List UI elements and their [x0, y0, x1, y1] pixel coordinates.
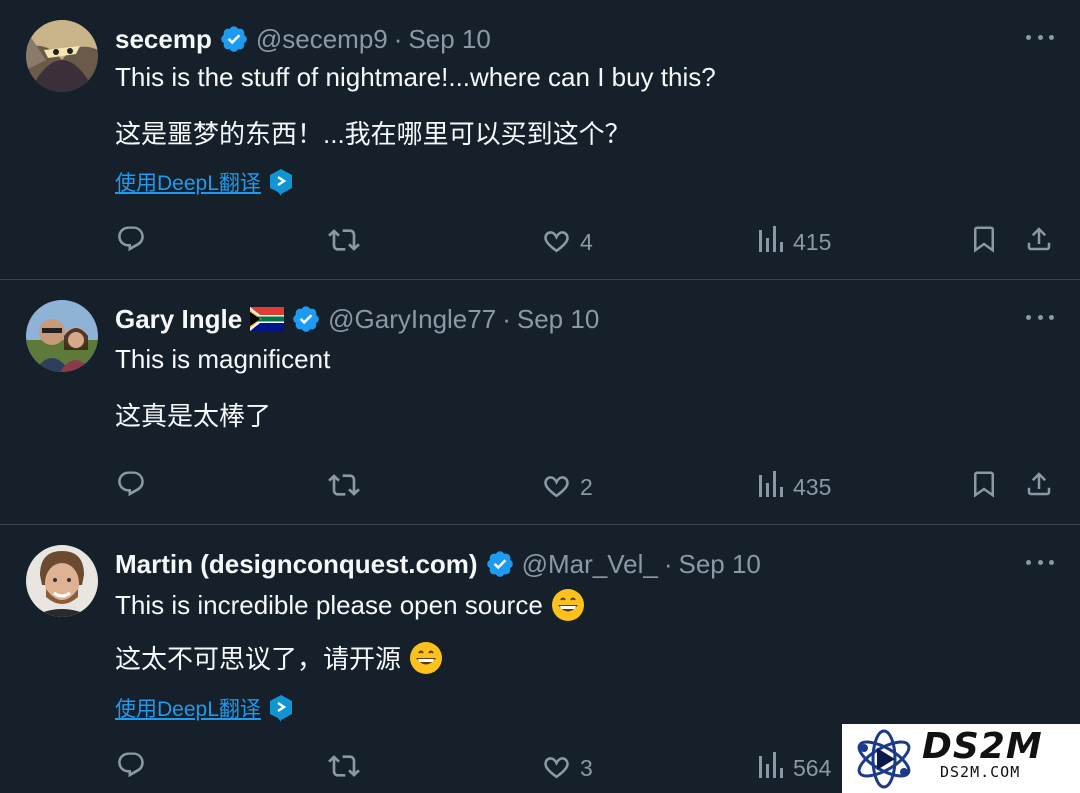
- separator-dot: ·: [663, 548, 673, 579]
- like-count: 4: [580, 229, 593, 255]
- share-icon: [1024, 469, 1054, 505]
- tweet-text-content: This is incredible please open source: [115, 589, 543, 620]
- retweet-icon: [328, 469, 360, 507]
- watermark: DS2M DS2M.COM: [842, 724, 1080, 793]
- retweet-button[interactable]: [328, 750, 360, 788]
- tweet-header: Martin (designconquest.com) @Mar_Vel_ · …: [115, 547, 761, 581]
- avatar[interactable]: [26, 545, 98, 617]
- more-options-icon[interactable]: [1026, 555, 1054, 569]
- retweet-icon: [328, 750, 360, 788]
- verified-badge-icon: [219, 24, 249, 54]
- translate-link-label[interactable]: 使用DeepL翻译: [115, 693, 261, 723]
- like-count: 2: [580, 474, 593, 500]
- views-button[interactable]: 564: [757, 750, 831, 786]
- separator-dot: ·: [393, 23, 403, 54]
- timestamp[interactable]: Sep 10: [408, 24, 490, 55]
- tweet-translation-content: 这太不可思议了，请开源: [115, 644, 402, 674]
- reply-icon: [116, 750, 146, 786]
- translate-link[interactable]: 使用DeepL翻译: [115, 693, 293, 723]
- display-name[interactable]: secemp: [115, 24, 212, 55]
- like-button[interactable]: 4: [541, 224, 593, 261]
- heart-icon: [541, 469, 572, 506]
- deepl-icon: [269, 694, 293, 722]
- like-button[interactable]: 3: [541, 750, 593, 787]
- reply-feed: secemp @secemp9 · Sep 10 This is the stu…: [0, 0, 1080, 793]
- reply-icon: [116, 224, 146, 260]
- tweet[interactable]: secemp @secemp9 · Sep 10 This is the stu…: [0, 0, 1080, 279]
- translate-link-label[interactable]: 使用DeepL翻译: [115, 167, 261, 197]
- tweet-text: This is incredible please open source: [115, 588, 585, 622]
- views-button[interactable]: 435: [757, 469, 831, 505]
- heart-icon: [541, 224, 572, 261]
- verified-badge-icon: [291, 304, 321, 334]
- watermark-title: DS2M: [922, 726, 1043, 767]
- verified-badge-icon: [485, 549, 515, 579]
- bookmark-button[interactable]: [969, 469, 999, 505]
- bookmark-button[interactable]: [969, 224, 999, 260]
- deepl-icon: [269, 168, 293, 196]
- share-button[interactable]: [1024, 469, 1054, 505]
- view-count: 415: [793, 228, 832, 255]
- views-bar-chart-icon: [757, 469, 785, 505]
- reply-button[interactable]: [116, 224, 146, 260]
- like-count: 3: [580, 755, 593, 781]
- view-count: 564: [793, 754, 832, 781]
- tweet-text: This is magnificent: [115, 344, 331, 374]
- tweet-text: This is the stuff of nightmare!...where …: [115, 62, 716, 92]
- share-button[interactable]: [1024, 224, 1054, 260]
- share-icon: [1024, 224, 1054, 260]
- bookmark-icon: [969, 224, 999, 260]
- avatar[interactable]: [26, 300, 98, 372]
- display-name[interactable]: Gary Ingle: [115, 304, 242, 335]
- tweet-header: secemp @secemp9 · Sep 10: [115, 22, 491, 56]
- view-count: 435: [793, 473, 832, 500]
- timestamp[interactable]: Sep 10: [678, 549, 760, 580]
- retweet-icon: [328, 224, 360, 262]
- reply-icon: [116, 469, 146, 505]
- retweet-button[interactable]: [328, 469, 360, 507]
- tweet-translation: 这真是太棒了: [115, 401, 272, 431]
- views-bar-chart-icon: [757, 224, 785, 260]
- tweet-translation: 这太不可思议了，请开源: [115, 639, 443, 676]
- timestamp[interactable]: Sep 10: [517, 304, 599, 335]
- views-button[interactable]: 415: [757, 224, 831, 260]
- reply-button[interactable]: [116, 750, 146, 786]
- retweet-button[interactable]: [328, 224, 360, 262]
- watermark-text: DS2M DS2M.COM: [922, 726, 1043, 781]
- views-bar-chart-icon: [757, 750, 785, 786]
- like-button[interactable]: 2: [541, 469, 593, 506]
- more-options-icon[interactable]: [1026, 30, 1054, 44]
- tweet[interactable]: Gary Ingle @GaryIngle77 · Sep 10 This is…: [0, 280, 1080, 524]
- user-handle[interactable]: @Mar_Vel_: [522, 549, 658, 580]
- user-handle[interactable]: @GaryIngle77: [328, 304, 496, 335]
- grinning-emoji-icon: [409, 641, 443, 675]
- grinning-emoji-icon: [551, 588, 585, 622]
- reply-button[interactable]: [116, 469, 146, 505]
- atom-logo-icon: [852, 728, 916, 793]
- tweet-translation: 这是噩梦的东西！...我在哪里可以买到这个？: [115, 119, 631, 149]
- heart-icon: [541, 750, 572, 787]
- more-options-icon[interactable]: [1026, 310, 1054, 324]
- user-handle[interactable]: @secemp9: [256, 24, 388, 55]
- separator-dot: ·: [502, 303, 511, 334]
- avatar[interactable]: [26, 20, 98, 92]
- bookmark-icon: [969, 469, 999, 505]
- display-name[interactable]: Martin (designconquest.com): [115, 549, 478, 580]
- south-africa-flag-icon: [250, 307, 285, 331]
- translate-link[interactable]: 使用DeepL翻译: [115, 167, 293, 197]
- tweet-header: Gary Ingle @GaryIngle77 · Sep 10: [115, 302, 599, 336]
